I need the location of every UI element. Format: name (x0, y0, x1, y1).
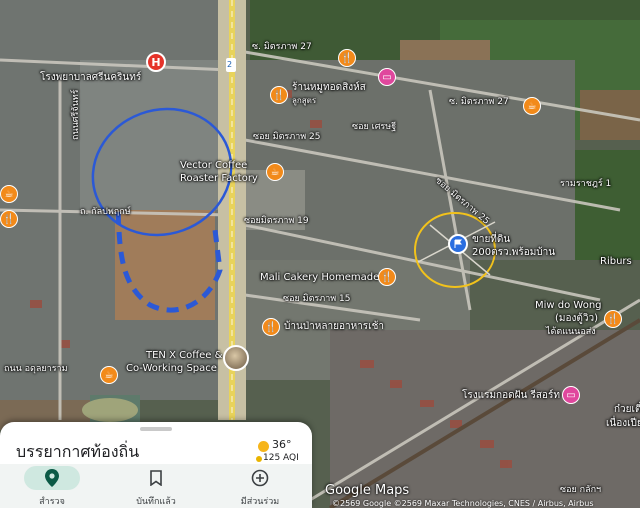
aqi-value: 125 AQI (263, 453, 299, 463)
poi-label-right-edge: เนื่องเปีย (606, 418, 640, 429)
nav-saved[interactable]: บันทึกแล้ว (104, 464, 208, 508)
location-pin-icon (40, 468, 64, 488)
nav-label-contribute: มีส่วนร่วม (240, 497, 280, 507)
nav-contribute[interactable]: มีส่วนร่วม (208, 464, 312, 508)
temperature-value: 36° (272, 438, 292, 451)
sheet-drag-handle[interactable] (140, 427, 172, 431)
poi-label-tenx-line2: Co-Working Space (126, 363, 217, 374)
road-label-kangjaroen: ถ. กัลปพฤกษ์ (80, 207, 131, 217)
poi-label-land-sale[interactable]: ขายที่ดิน (472, 234, 510, 246)
sheet-title: บรรยากาศท้องถิ่น (16, 442, 140, 461)
road-label-mitraphap27-east: ซ. มิตรภาพ 27 (449, 97, 509, 107)
bottom-navigation: สำรวจ บันทึกแล้ว มีส่วนร่วม (0, 464, 312, 508)
selected-place-flag-icon[interactable] (448, 234, 468, 254)
cafe-icon[interactable]: ☕ (100, 366, 118, 384)
aqi-indicator-icon (256, 456, 262, 462)
map-copyright: ©2569 Google ©2569 Maxar Technologies, C… (332, 499, 594, 508)
poi-label-miw-line2: (มองตู้วิว) (555, 313, 599, 324)
sun-icon (258, 441, 269, 452)
poi-label-vector-coffee-line2: Roaster Factory (180, 173, 258, 184)
road-label-mitraphap19: ซอยมิตรภาพ 19 (244, 216, 309, 226)
bottom-sheet[interactable]: บรรยากาศท้องถิ่น 36° 125 AQI สำรวจ บันทึ… (0, 422, 312, 508)
restaurant-icon[interactable]: 🍴 (262, 318, 280, 336)
google-maps-logo: Google Maps (325, 483, 410, 498)
hospital-label[interactable]: โรงพยาบาลศรีนครินทร์ (40, 72, 141, 84)
poi-label-mali-cakery[interactable]: Mali Cakery Homemade (260, 272, 379, 284)
poi-label-vector-coffee[interactable]: Vector Coffee (180, 160, 247, 172)
poi-label-miw-line3: ได้ตแนนอส่ง (546, 327, 596, 337)
nav-explore[interactable]: สำรวจ (0, 464, 104, 508)
road-label-left-vertical: ถนนศรีจันทร์ (71, 89, 81, 141)
hospital-marker[interactable]: H (146, 52, 166, 72)
lodging-icon[interactable]: ▭ (562, 386, 580, 404)
bookmark-icon (144, 468, 168, 488)
cafe-icon[interactable]: ☕ (266, 163, 284, 181)
add-circle-icon (248, 468, 272, 488)
bakery-icon[interactable]: 🍴 (378, 268, 396, 286)
restaurant-icon[interactable]: 🍴 (0, 210, 18, 228)
cafe-icon[interactable]: ☕ (0, 185, 18, 203)
nav-label-explore: สำรวจ (39, 497, 65, 507)
poi-label-breakfast[interactable]: บ้านป่าหลายอาหารเช้า (284, 321, 384, 333)
highway-shield-label: 2 (227, 60, 233, 69)
road-label-mitraphap27: ซ. มิตรภาพ 27 (252, 42, 312, 52)
lodging-icon[interactable]: ▭ (378, 68, 396, 86)
road-label-ramrat: รามราชฎร์ 1 (560, 179, 612, 189)
restaurant-icon[interactable]: 🍴 (604, 310, 622, 328)
restaurant-icon[interactable]: 🍴 (338, 49, 356, 67)
road-label-adulyaram: ถนน อดุลยาราม (4, 364, 68, 374)
poi-label-tenx[interactable]: TEN X Coffee & (146, 350, 222, 362)
poi-label-hotel[interactable]: โรงแรมกอดฝัน รีสอร์ท (462, 390, 560, 402)
road-label-setthi: ซอย เศรษฐี (352, 122, 397, 132)
poi-label-restaurant1[interactable]: ร้านหมูทอดสิงห์ส (292, 82, 366, 94)
poi-label-miw[interactable]: Miw do Wong (535, 300, 602, 312)
poi-sublabel-restaurant1: ลูกสูตร (292, 96, 317, 105)
road-label-mitraphap25: ซอย มิตรภาพ 25 (253, 132, 321, 142)
cafe-icon[interactable]: ☕ (523, 97, 541, 115)
road-label-bottom: ซอย กลักฯ (560, 485, 602, 495)
restaurant-icon[interactable]: 🍴 (270, 86, 288, 104)
place-photo-thumbnail[interactable] (223, 345, 249, 371)
poi-label-right-edge2: ก๋วยเตี๋ย (614, 404, 640, 415)
poi-label-riburs[interactable]: Riburs (600, 256, 632, 268)
nav-label-saved: บันทึกแล้ว (136, 497, 176, 507)
road-label-mitraphap15: ซอย มิตรภาพ 15 (283, 294, 351, 304)
poi-label-land-sale-line2: 200ตรว.พร้อมบ้าน (472, 247, 556, 258)
